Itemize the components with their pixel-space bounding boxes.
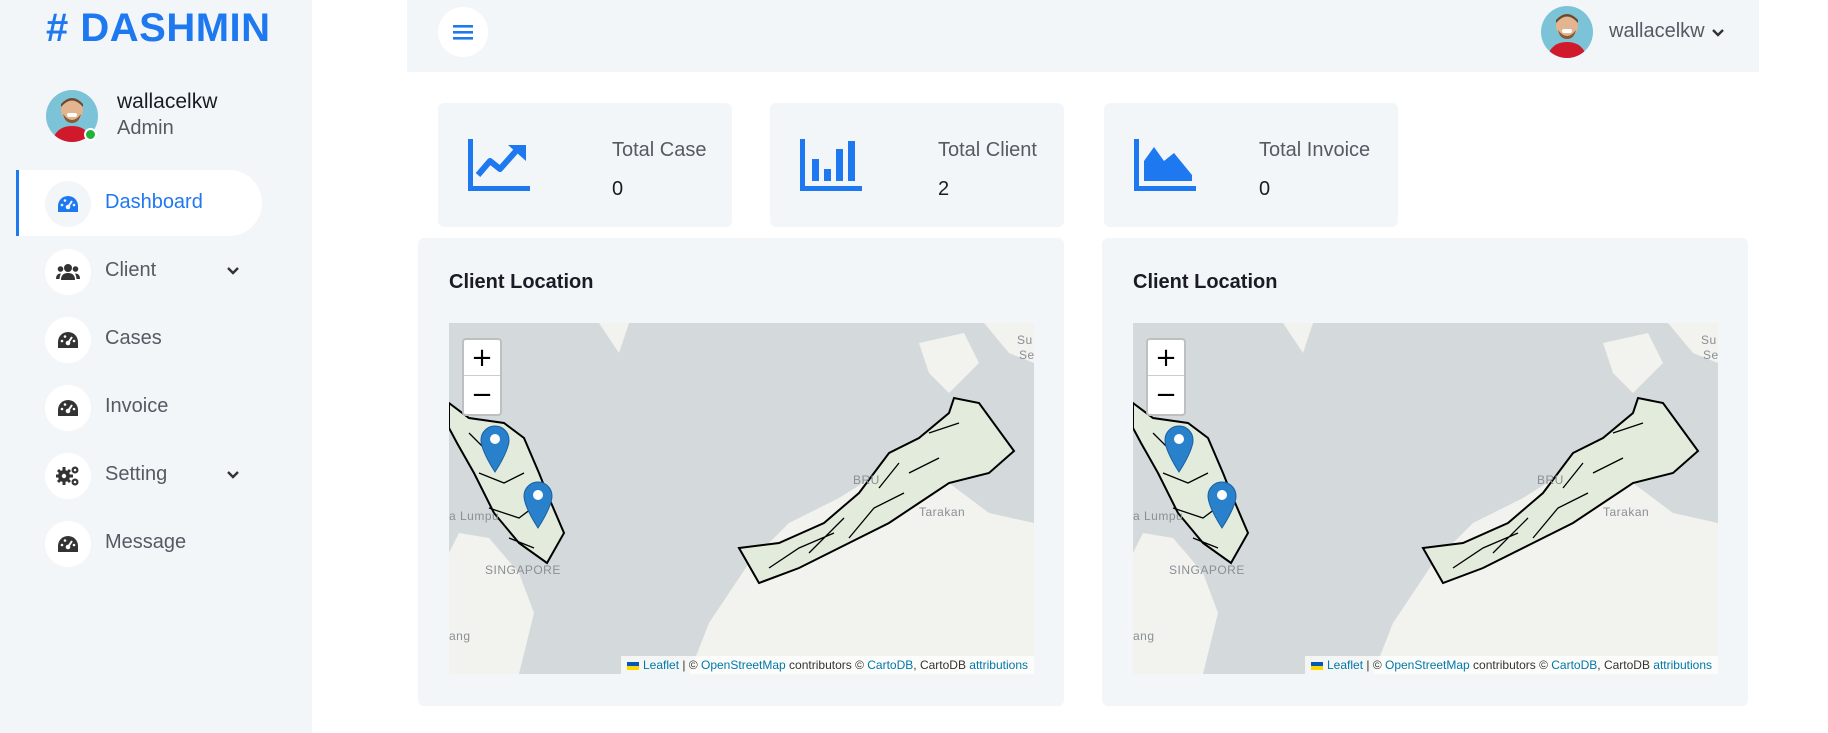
sidebar: # DASHMIN wallacelkw Admin Dashboard Cli… bbox=[0, 0, 312, 733]
dashboard-gauge-icon bbox=[45, 385, 91, 431]
ukraine-flag-icon bbox=[627, 661, 639, 670]
map-marker-pin-icon[interactable] bbox=[480, 425, 510, 473]
chart-bar-icon bbox=[800, 139, 862, 191]
stat-card-total-case: Total Case 0 bbox=[438, 103, 732, 227]
map-card-client-location: Client Location SINGAPORE a Lumpu BRU Ta… bbox=[418, 238, 1064, 706]
sidebar-item-message[interactable]: Message bbox=[16, 510, 262, 576]
sidebar-item-setting[interactable]: Setting bbox=[16, 442, 262, 508]
sidebar-item-cases[interactable]: Cases bbox=[16, 306, 262, 372]
sidebar-item-label: Invoice bbox=[105, 395, 169, 417]
map-place-label: Su bbox=[1017, 333, 1033, 347]
sidebar-item-label: Cases bbox=[105, 327, 162, 349]
map-viewport[interactable]: SINGAPORE a Lumpu BRU Tarakan Su Se ang … bbox=[1133, 323, 1718, 674]
map-attribution: Leaflet | © OpenStreetMap contributors ©… bbox=[621, 656, 1034, 674]
chevron-down-icon bbox=[227, 471, 239, 479]
brand-hash: # bbox=[46, 6, 69, 50]
map-place-label: ang bbox=[1133, 629, 1155, 643]
avatar bbox=[1541, 6, 1593, 58]
profile-name: wallacelkw bbox=[117, 90, 218, 113]
leaflet-link[interactable]: Leaflet bbox=[643, 658, 679, 672]
map-place-label: Se bbox=[1019, 348, 1034, 362]
cartodb-link[interactable]: CartoDB bbox=[1551, 658, 1597, 672]
avatar-image bbox=[1541, 6, 1593, 58]
chevron-down-icon bbox=[227, 267, 239, 275]
leaflet-link[interactable]: Leaflet bbox=[1327, 658, 1363, 672]
attribution-text: contributors © bbox=[785, 658, 868, 672]
sidebar-toggle-button[interactable] bbox=[438, 7, 488, 57]
zoom-out-button[interactable]: − bbox=[1148, 377, 1184, 413]
user-name: wallacelkw bbox=[1609, 20, 1705, 42]
attributions-link[interactable]: attributions bbox=[1653, 658, 1712, 672]
map-place-label: SINGAPORE bbox=[485, 563, 561, 577]
map-title: Client Location bbox=[1133, 271, 1278, 293]
hamburger-icon bbox=[453, 25, 473, 40]
cartodb-link[interactable]: CartoDB bbox=[867, 658, 913, 672]
brand-name: DASHMIN bbox=[80, 6, 271, 50]
attribution-text: | © bbox=[679, 658, 701, 672]
attributions-link[interactable]: attributions bbox=[969, 658, 1028, 672]
osm-link[interactable]: OpenStreetMap bbox=[701, 658, 786, 672]
map-place-label: a Lumpu bbox=[1133, 509, 1184, 523]
map-place-label: a Lumpu bbox=[449, 509, 500, 523]
top-navbar: wallacelkw bbox=[407, 0, 1759, 72]
chart-line-icon bbox=[468, 139, 530, 191]
map-card-client-location: Client Location SINGAPORE a Lumpu BRU Ta… bbox=[1102, 238, 1748, 706]
map-marker-pin-icon[interactable] bbox=[523, 481, 553, 529]
attribution-text: , CartoDB bbox=[1597, 658, 1654, 672]
stat-value: 0 bbox=[612, 178, 624, 200]
map-marker-pin-icon[interactable] bbox=[1164, 425, 1194, 473]
stat-value: 0 bbox=[1259, 178, 1271, 200]
app-root: # DASHMIN wallacelkw Admin Dashboard Cli… bbox=[0, 0, 1828, 733]
dashboard-gauge-icon bbox=[45, 521, 91, 567]
ukraine-flag-icon bbox=[1311, 661, 1323, 670]
sidebar-item-label: Message bbox=[105, 531, 187, 553]
dashboard-gauge-icon bbox=[45, 317, 91, 363]
sidebar-item-dashboard[interactable]: Dashboard bbox=[16, 170, 262, 236]
map-place-label: Tarakan bbox=[919, 505, 966, 519]
osm-link[interactable]: OpenStreetMap bbox=[1385, 658, 1470, 672]
sidebar-item-label: Setting bbox=[105, 463, 168, 485]
chart-area-icon bbox=[1134, 139, 1196, 191]
profile-role: Admin bbox=[117, 117, 174, 139]
stat-label: Total Invoice bbox=[1259, 139, 1371, 161]
stat-label: Total Client bbox=[938, 139, 1037, 161]
users-icon bbox=[45, 249, 91, 295]
map-viewport[interactable]: SINGAPORE a Lumpu BRU Tarakan Su Se ang … bbox=[449, 323, 1034, 674]
map-place-label: ang bbox=[449, 629, 471, 643]
sidebar-item-label: Client bbox=[105, 259, 157, 281]
brand-logo[interactable]: # DASHMIN bbox=[46, 6, 271, 51]
map-title: Client Location bbox=[449, 271, 594, 293]
map-attribution: Leaflet | © OpenStreetMap contributors ©… bbox=[1305, 656, 1718, 674]
map-place-label: SINGAPORE bbox=[1169, 563, 1245, 577]
zoom-in-button[interactable]: + bbox=[1148, 340, 1184, 376]
chevron-down-icon bbox=[1712, 29, 1724, 37]
sidebar-item-label: Dashboard bbox=[105, 191, 203, 213]
stat-label: Total Case bbox=[612, 139, 707, 161]
map-zoom-control: + − bbox=[462, 338, 502, 416]
map-place-label: Se bbox=[1703, 348, 1718, 362]
zoom-in-button[interactable]: + bbox=[464, 340, 500, 376]
map-zoom-control: + − bbox=[1146, 338, 1186, 416]
attribution-text: contributors © bbox=[1469, 658, 1552, 672]
stat-value: 2 bbox=[938, 178, 950, 200]
dashboard-gauge-icon bbox=[45, 181, 91, 227]
attribution-text: , CartoDB bbox=[913, 658, 970, 672]
stat-card-total-client: Total Client 2 bbox=[770, 103, 1064, 227]
map-place-label: BRU bbox=[853, 473, 880, 487]
map-place-label: Su bbox=[1701, 333, 1717, 347]
map-place-label: BRU bbox=[1537, 473, 1564, 487]
map-place-label: Tarakan bbox=[1603, 505, 1650, 519]
online-status-dot bbox=[84, 128, 97, 141]
stat-card-total-invoice: Total Invoice 0 bbox=[1104, 103, 1398, 227]
sidebar-item-invoice[interactable]: Invoice bbox=[16, 374, 262, 440]
sidebar-profile: wallacelkw Admin bbox=[46, 90, 286, 142]
zoom-out-button[interactable]: − bbox=[464, 377, 500, 413]
attribution-text: | © bbox=[1363, 658, 1385, 672]
sidebar-item-client[interactable]: Client bbox=[16, 238, 262, 304]
map-marker-pin-icon[interactable] bbox=[1207, 481, 1237, 529]
cogs-icon bbox=[45, 453, 91, 499]
user-menu-dropdown[interactable]: wallacelkw bbox=[1541, 6, 1741, 58]
